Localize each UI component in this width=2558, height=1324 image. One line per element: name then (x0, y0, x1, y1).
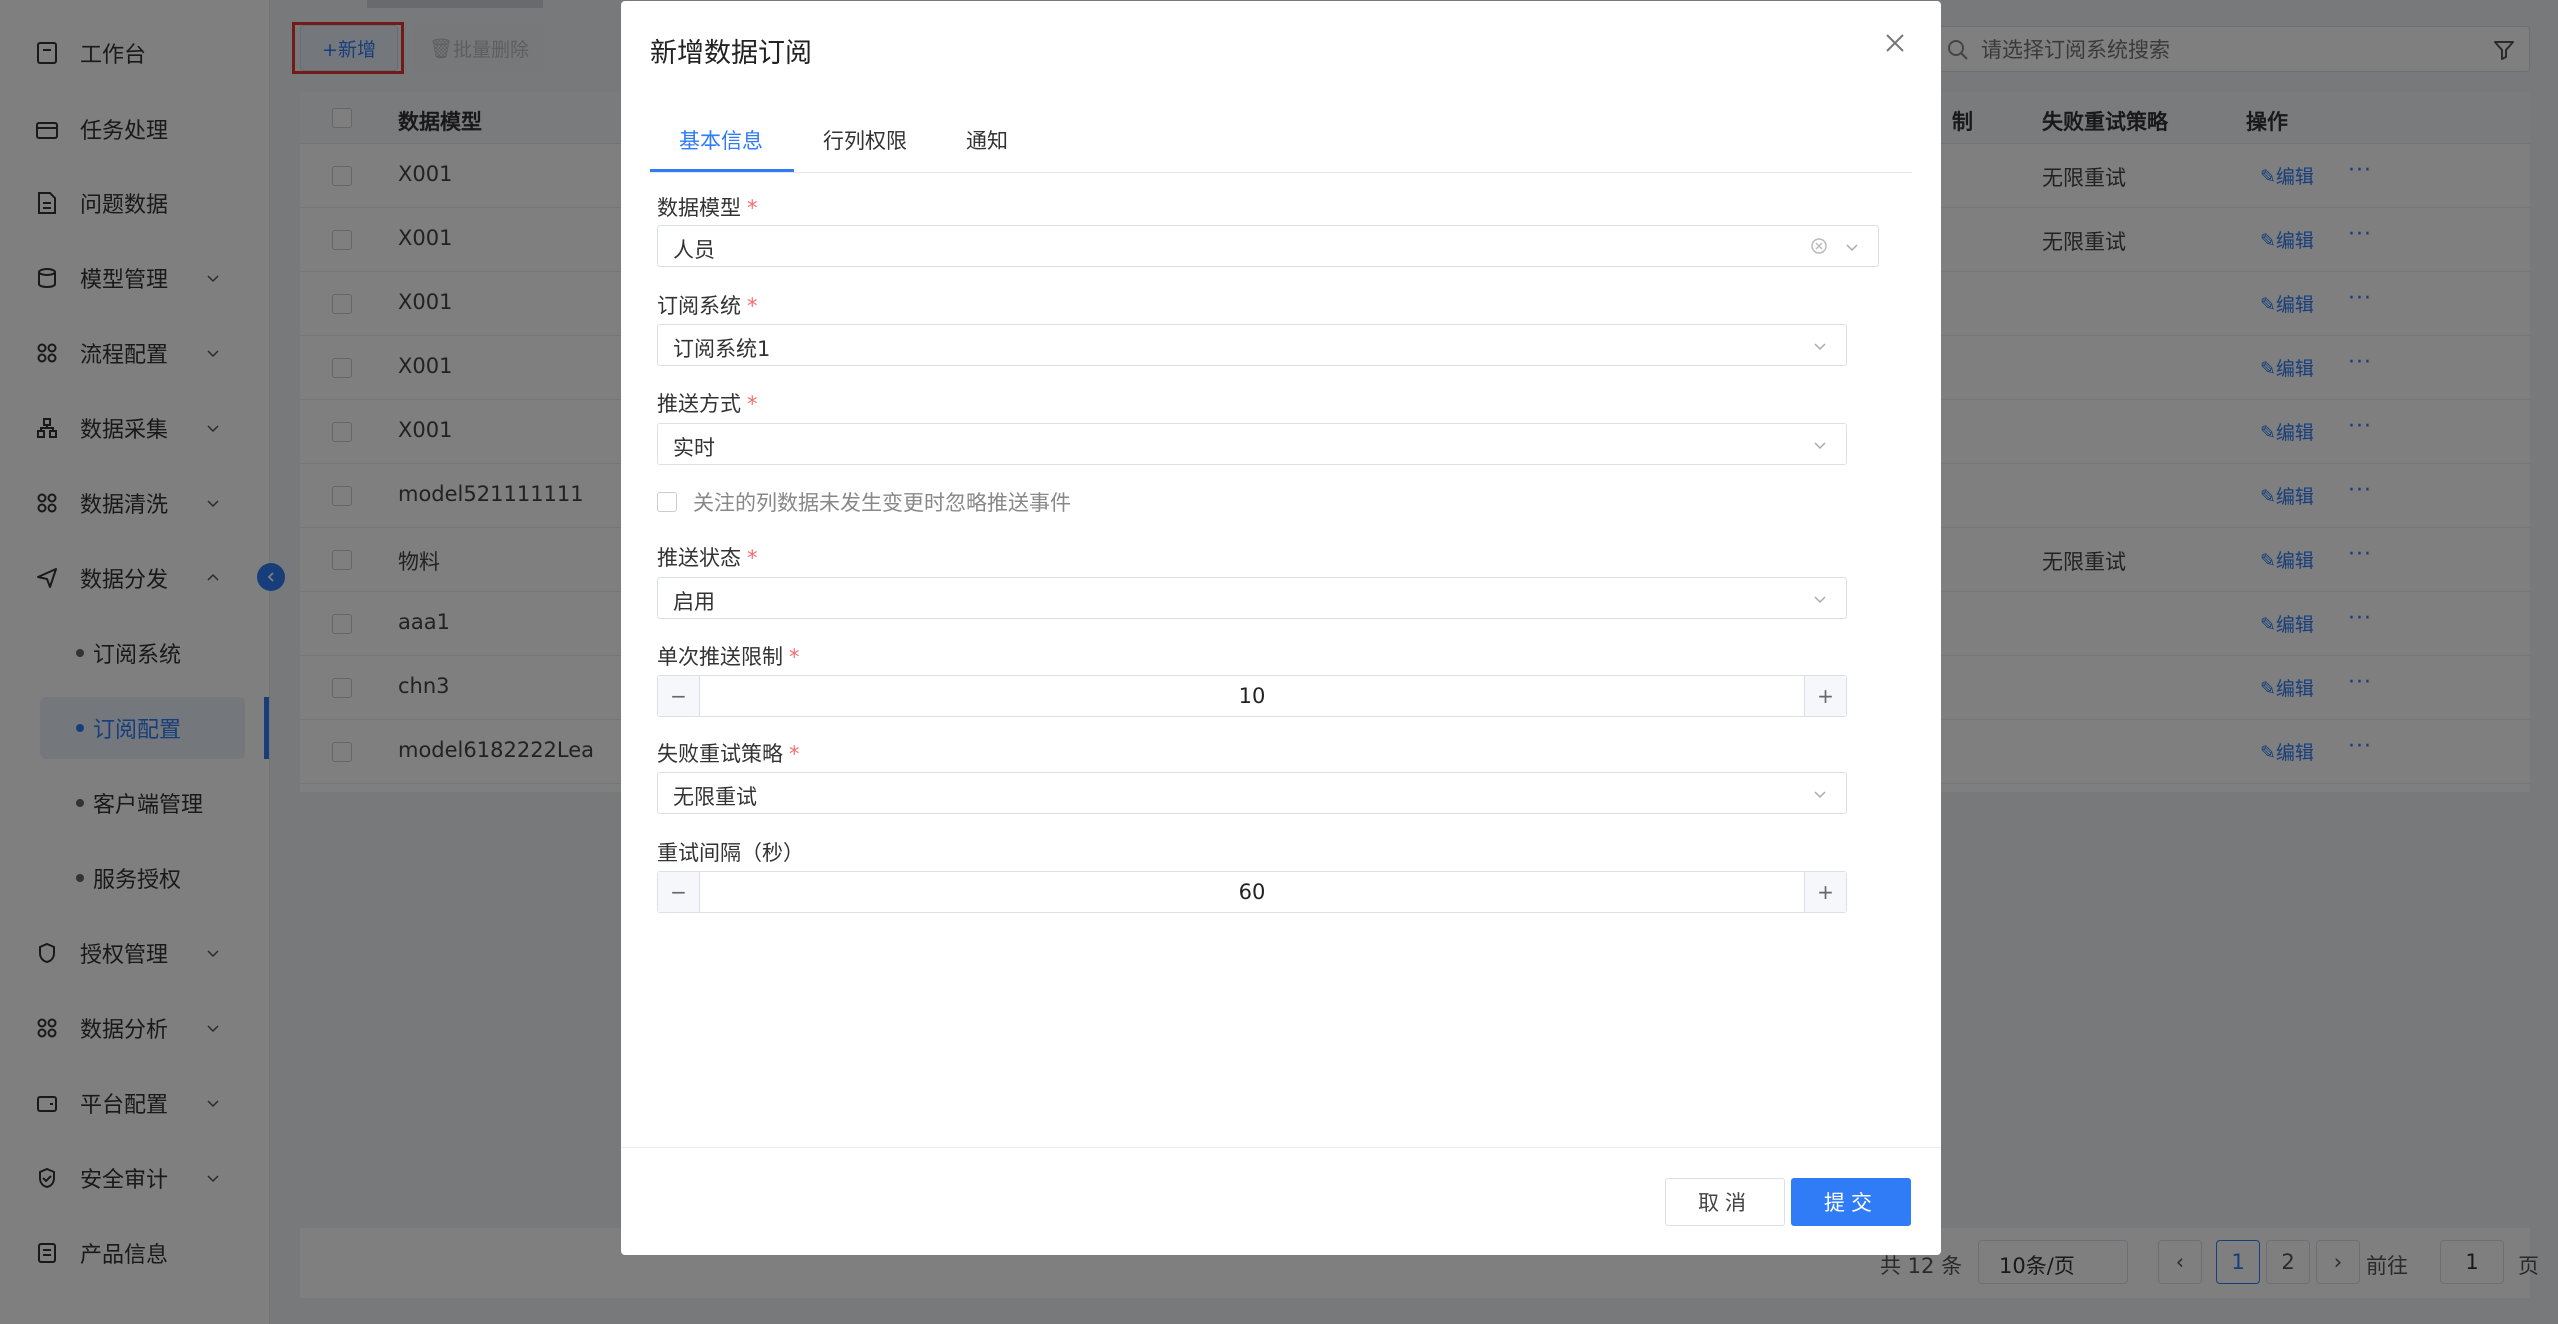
system-field-label: 订阅系统 * (657, 294, 758, 318)
clear-icon[interactable] (1810, 237, 1828, 255)
tab-row-column-permission[interactable]: 行列权限 (823, 125, 907, 155)
active-tab-indicator (650, 169, 794, 172)
dialog-footer-divider (621, 1147, 1941, 1148)
push-mode-select-value: 实时 (673, 436, 715, 460)
system-select[interactable]: 订阅系统1 (657, 324, 1847, 366)
single-limit-stepper[interactable]: − 10 + (657, 675, 1847, 717)
retry-policy-select[interactable]: 无限重试 (657, 772, 1847, 814)
push-mode-field-label: 推送方式 * (657, 392, 758, 416)
dialog-tabs: 基本信息 行列权限 通知 (650, 101, 1912, 173)
required-mark: * (789, 742, 800, 766)
push-status-select[interactable]: 启用 (657, 577, 1847, 619)
chevron-down-icon (1814, 791, 1826, 799)
decrement-button[interactable]: − (658, 676, 700, 716)
chevron-down-icon (1814, 343, 1826, 351)
add-subscription-dialog: 新增数据订阅 基本信息 行列权限 通知 数据模型 * 人员 订阅系统 * 订阅系统1… (621, 1, 1941, 1255)
required-mark: * (747, 294, 758, 318)
retry-policy-select-value: 无限重试 (673, 785, 757, 809)
single-limit-value[interactable]: 10 (700, 684, 1804, 708)
ignore-unchanged-label: 关注的列数据未发生变更时忽略推送事件 (693, 491, 1071, 515)
model-select-value: 人员 (673, 238, 715, 262)
ignore-unchanged-checkbox[interactable] (657, 492, 677, 512)
model-select[interactable]: 人员 (657, 225, 1879, 267)
retry-interval-field-label: 重试间隔（秒） (657, 841, 804, 865)
submit-button[interactable]: 提交 (1791, 1178, 1911, 1226)
model-field-label: 数据模型 * (657, 196, 758, 220)
ignore-unchanged-checkbox-row[interactable]: 关注的列数据未发生变更时忽略推送事件 (657, 487, 1071, 517)
chevron-down-icon (1814, 596, 1826, 604)
tab-notification[interactable]: 通知 (966, 125, 1008, 155)
tab-basic-info[interactable]: 基本信息 (679, 125, 763, 155)
push-status-select-value: 启用 (673, 590, 715, 614)
close-icon[interactable] (1883, 31, 1907, 55)
dialog-title: 新增数据订阅 (650, 38, 812, 69)
decrement-button[interactable]: − (658, 872, 700, 912)
cancel-button[interactable]: 取消 (1665, 1178, 1785, 1226)
increment-button[interactable]: + (1804, 872, 1846, 912)
single-limit-field-label: 单次推送限制 * (657, 645, 800, 669)
retry-interval-stepper[interactable]: − 60 + (657, 871, 1847, 913)
push-status-field-label: 推送状态 * (657, 546, 758, 570)
required-mark: * (789, 645, 800, 669)
increment-button[interactable]: + (1804, 676, 1846, 716)
retry-interval-value[interactable]: 60 (700, 880, 1804, 904)
retry-policy-field-label: 失败重试策略 * (657, 742, 800, 766)
chevron-down-icon (1846, 244, 1858, 252)
system-select-value: 订阅系统1 (673, 337, 771, 361)
required-mark: * (747, 196, 758, 220)
chevron-down-icon (1814, 442, 1826, 450)
push-mode-select[interactable]: 实时 (657, 423, 1847, 465)
required-mark: * (747, 392, 758, 416)
required-mark: * (747, 546, 758, 570)
